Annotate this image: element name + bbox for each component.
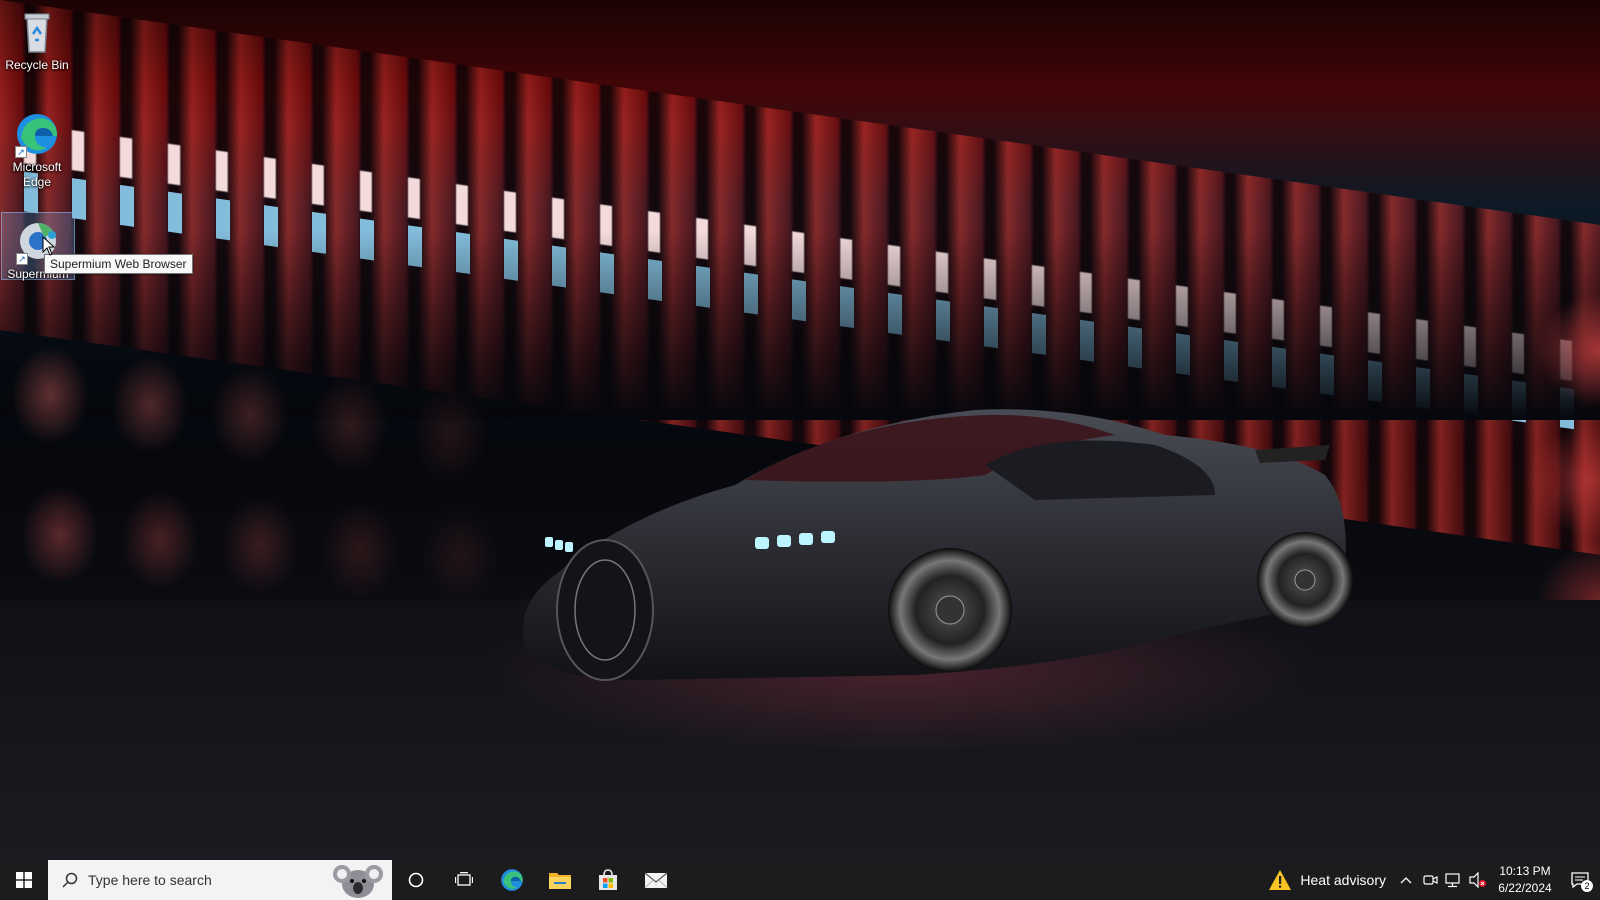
folder-icon xyxy=(549,873,571,889)
edge-icon: ↗ xyxy=(13,110,61,158)
volume-button[interactable] xyxy=(1466,860,1490,900)
network-icon xyxy=(1445,873,1460,888)
clock-date: 6/22/2024 xyxy=(1498,881,1552,895)
desktop-icon-label: Microsoft Edge xyxy=(12,160,62,189)
show-hidden-icons-button[interactable] xyxy=(1394,860,1418,900)
volume-muted-icon xyxy=(1469,872,1486,888)
wallpaper-car xyxy=(523,409,1353,681)
start-button[interactable] xyxy=(0,860,48,900)
network-button[interactable] xyxy=(1442,860,1466,900)
taskbar-app-edge[interactable] xyxy=(488,860,536,900)
desktop-icon-recycle-bin[interactable]: Recycle Bin xyxy=(0,4,74,73)
task-view-icon xyxy=(455,872,473,886)
recycle-bin-icon xyxy=(13,8,61,56)
system-tray: Heat advisory 10:13 PM 6/22/2024 2 xyxy=(1260,860,1600,900)
cortana-button[interactable] xyxy=(392,860,440,900)
task-view-button[interactable] xyxy=(440,860,488,900)
meet-now-icon xyxy=(1423,875,1438,885)
desktop-icon-microsoft-edge[interactable]: ↗ Microsoft Edge xyxy=(0,106,74,190)
taskbar-clock[interactable]: 10:13 PM 6/22/2024 xyxy=(1490,863,1560,897)
search-icon xyxy=(62,872,78,888)
action-center-button[interactable]: 2 xyxy=(1560,860,1600,900)
desktop-wallpaper xyxy=(0,0,1600,860)
meet-now-button[interactable] xyxy=(1418,860,1442,900)
clock-time: 10:13 PM xyxy=(1499,864,1551,878)
mouse-cursor-icon xyxy=(42,236,56,256)
taskbar-app-file-explorer[interactable] xyxy=(536,860,584,900)
shortcut-arrow-icon: ↗ xyxy=(16,253,28,265)
weather-text: Heat advisory xyxy=(1300,872,1386,888)
shortcut-arrow-icon: ↗ xyxy=(15,146,27,158)
store-bag-icon xyxy=(599,869,617,890)
cortana-circle-icon xyxy=(408,872,424,888)
taskbar-search-box[interactable]: Type here to search xyxy=(48,860,392,900)
edge-icon xyxy=(501,869,523,891)
warning-icon xyxy=(1269,870,1292,890)
taskbar: Type here to search Heat advisory 10:13 … xyxy=(0,860,1600,900)
taskbar-app-mail[interactable] xyxy=(632,860,680,900)
taskbar-app-microsoft-store[interactable] xyxy=(584,860,632,900)
search-highlight-koala-icon xyxy=(333,865,383,898)
notification-count-badge: 2 xyxy=(1581,880,1593,892)
windows-logo-icon xyxy=(16,872,32,888)
mail-icon xyxy=(644,872,668,889)
search-placeholder: Type here to search xyxy=(88,872,212,888)
weather-widget[interactable]: Heat advisory xyxy=(1260,860,1394,900)
desktop-icon-label: Recycle Bin xyxy=(5,58,69,72)
chevron-up-icon xyxy=(1400,877,1412,884)
icon-tooltip: Supermium Web Browser xyxy=(44,254,193,274)
